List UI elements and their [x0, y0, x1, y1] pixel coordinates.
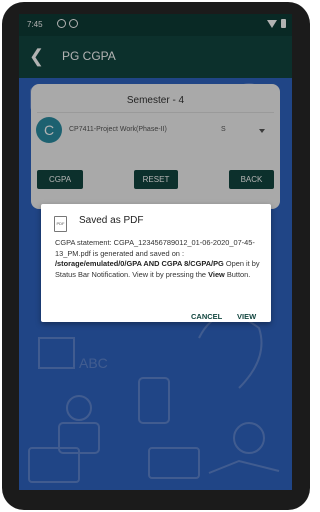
message-view-word: View [208, 269, 225, 279]
pdf-file-icon: PDF [54, 216, 67, 232]
view-button[interactable]: VIEW [237, 312, 256, 321]
message-text: Button. [224, 269, 251, 279]
message-text: CGPA statement: CGPA_123456789012_01-06-… [55, 238, 255, 258]
device-frame: ABC 7:45 ❮ PG CGPA Semester - 4 C CP7411… [0, 0, 312, 512]
dialog-title: Saved as PDF [79, 215, 144, 226]
saved-pdf-dialog: PDF Saved as PDF CGPA statement: CGPA_12… [41, 204, 271, 322]
cancel-button[interactable]: CANCEL [191, 312, 222, 321]
message-path: /storage/emulated/0/GPA AND CGPA 8/CGPA/… [55, 259, 224, 268]
dialog-message: CGPA statement: CGPA_123456789012_01-06-… [55, 238, 261, 280]
screen: ABC 7:45 ❮ PG CGPA Semester - 4 C CP7411… [19, 14, 292, 490]
